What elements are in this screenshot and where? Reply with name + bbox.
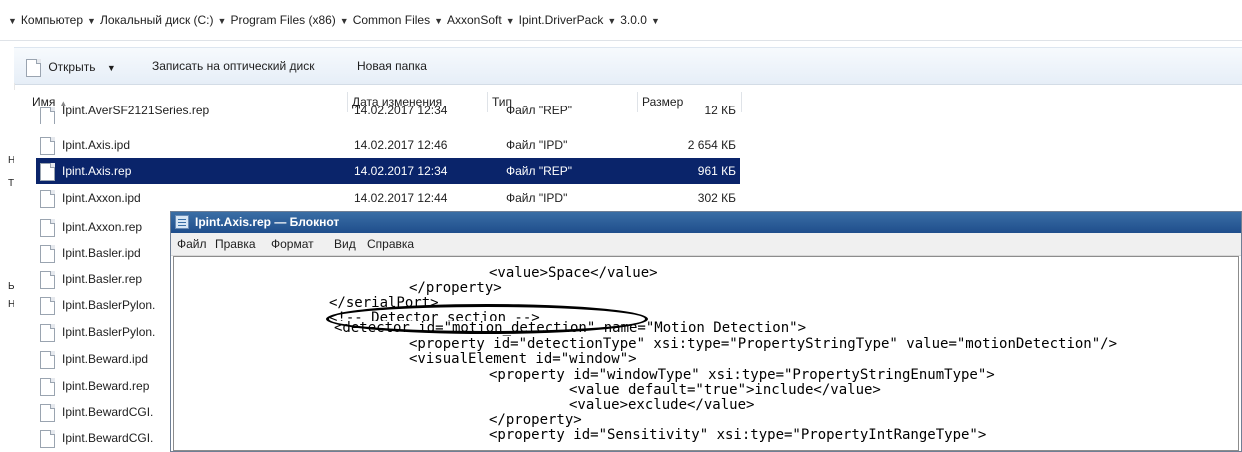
chevron-down-icon[interactable]: ▼: [651, 16, 660, 26]
file-row[interactable]: Ipint.Basler.ipd: [36, 240, 170, 266]
document-icon: [40, 351, 55, 369]
navigation-pane[interactable]: Н Т Ь Н: [0, 83, 15, 452]
file-row[interactable]: Ipint.Beward.ipd: [36, 346, 170, 372]
menu-bar: Файл Правка Формат Вид Справка: [171, 233, 1241, 256]
breadcrumb-item[interactable]: Common Files: [353, 13, 430, 27]
file-name: Ipint.BewardCGI.: [62, 405, 154, 419]
code-line: </property>: [489, 412, 582, 428]
file-row[interactable]: Ipint.Axis.ipd 14.02.2017 12:46 Файл "IP…: [36, 132, 740, 158]
file-name: Ipint.Beward.rep: [62, 379, 150, 393]
breadcrumb-item[interactable]: Program Files (x86): [230, 13, 335, 27]
file-name: Ipint.BewardCGI.: [62, 431, 154, 445]
code-line: <property id="windowType" xsi:type="Prop…: [489, 367, 995, 383]
file-name: Ipint.Basler.ipd: [62, 246, 141, 260]
text-editor[interactable]: <value>Space</value> </property> </seria…: [173, 256, 1239, 451]
window-title: Ipint.Axis.rep — Блокнот: [195, 215, 340, 229]
file-date: 14.02.2017 12:46: [354, 138, 448, 152]
file-row[interactable]: Ipint.AverSF2121Series.rep 14.02.2017 12…: [36, 106, 740, 124]
file-row[interactable]: Ipint.BaslerPylon.: [36, 292, 170, 318]
breadcrumb[interactable]: ▼ Компьютер ▼ Локальный диск (C:) ▼ Program F…: [4, 13, 664, 27]
file-type: Файл "IPD": [506, 191, 568, 205]
file-row[interactable]: Ipint.BaslerPylon.: [36, 319, 170, 345]
chevron-down-icon[interactable]: ▼: [607, 16, 616, 26]
file-size: 302 КБ: [697, 191, 736, 205]
menu-file[interactable]: Файл: [177, 237, 207, 251]
document-icon: [40, 271, 55, 289]
burn-disc-button[interactable]: Записать на оптический диск: [152, 59, 315, 73]
file-name: Ipint.Beward.ipd: [62, 352, 149, 366]
open-button-label: Открыть: [48, 60, 96, 75]
menu-help[interactable]: Справка: [367, 237, 414, 251]
file-row[interactable]: Ipint.Axxon.rep: [36, 214, 170, 240]
file-name: Ipint.BaslerPylon.: [62, 325, 156, 339]
document-icon: [40, 245, 55, 263]
file-date: 14.02.2017 12:34: [354, 164, 448, 178]
address-bar[interactable]: ▼ Компьютер ▼ Локальный диск (C:) ▼ Program F…: [0, 0, 1242, 41]
file-row[interactable]: Ipint.Basler.rep: [36, 266, 170, 292]
menu-format[interactable]: Формат: [271, 237, 314, 251]
document-icon: [40, 107, 55, 124]
code-line: <property id="detectionType" xsi:type="P…: [409, 336, 1118, 352]
document-icon: [40, 163, 55, 181]
document-icon: [40, 324, 55, 342]
chevron-down-icon[interactable]: ▼: [87, 16, 96, 26]
open-button[interactable]: Открыть ▼: [26, 59, 116, 77]
window-title-bar[interactable]: Ipint.Axis.rep — Блокнот: [171, 212, 1241, 233]
chevron-down-icon[interactable]: ▼: [506, 16, 515, 26]
file-name: Ipint.Axxon.ipd: [62, 191, 141, 205]
file-type: Файл "REP": [506, 106, 573, 117]
chevron-down-icon[interactable]: ▼: [107, 63, 116, 73]
document-icon: [40, 219, 55, 237]
breadcrumb-item[interactable]: AxxonSoft: [447, 13, 502, 27]
code-line: <property id="Sensitivity" xsi:type="Pro…: [489, 427, 987, 443]
file-type: Файл "REP": [506, 164, 573, 178]
file-name: Ipint.Axis.ipd: [62, 138, 131, 152]
code-line: <value default="true">include</value>: [569, 382, 881, 398]
code-line: </property>: [409, 280, 502, 296]
chevron-down-icon[interactable]: ▼: [434, 16, 443, 26]
code-line: <visualElement id="window">: [409, 351, 637, 367]
menu-edit[interactable]: Правка: [215, 237, 256, 251]
file-row[interactable]: Ipint.BewardCGI.: [36, 399, 170, 425]
document-icon: [40, 190, 55, 208]
file-date: 14.02.2017 12:34: [354, 106, 448, 117]
document-icon: [40, 297, 55, 315]
file-row[interactable]: Ipint.Axxon.ipd 14.02.2017 12:44 Файл "I…: [36, 185, 740, 211]
file-name: Ipint.Basler.rep: [62, 272, 143, 286]
chevron-down-icon[interactable]: ▼: [8, 16, 17, 26]
new-folder-button[interactable]: Новая папка: [357, 59, 427, 73]
file-name: Ipint.AverSF2121Series.rep: [62, 106, 210, 117]
file-row[interactable]: Ipint.Beward.rep: [36, 373, 170, 399]
document-icon: [26, 59, 41, 77]
highlight-oval: [326, 304, 648, 334]
document-icon: [40, 378, 55, 396]
chevron-down-icon[interactable]: ▼: [340, 16, 349, 26]
breadcrumb-item[interactable]: 3.0.0: [620, 13, 647, 27]
file-row[interactable]: Ipint.BewardCGI.: [36, 425, 170, 451]
document-icon: [40, 404, 55, 422]
file-date: 14.02.2017 12:44: [354, 191, 448, 205]
file-name: Ipint.Axxon.rep: [62, 220, 143, 234]
document-icon: [40, 137, 55, 155]
file-size: 12 КБ: [704, 106, 736, 117]
breadcrumb-item[interactable]: Локальный диск (C:): [100, 13, 214, 27]
breadcrumb-item[interactable]: Компьютер: [21, 13, 83, 27]
menu-view[interactable]: Вид: [334, 237, 356, 251]
notepad-icon: [175, 215, 189, 229]
code-line: <value>exclude</value>: [569, 397, 755, 413]
document-icon: [40, 430, 55, 448]
file-name: Ipint.Axis.rep: [62, 164, 132, 178]
command-bar: Открыть ▼ Записать на оптический диск Но…: [14, 47, 1242, 85]
file-size: 961 КБ: [697, 164, 736, 178]
notepad-window[interactable]: Ipint.Axis.rep — Блокнот Файл Правка Фор…: [170, 211, 1242, 452]
file-type: Файл "IPD": [506, 138, 568, 152]
file-size: 2 654 КБ: [687, 138, 736, 152]
breadcrumb-item[interactable]: Ipint.DriverPack: [519, 13, 604, 27]
code-line: <value>Space</value>: [489, 265, 658, 281]
file-row-selected[interactable]: Ipint.Axis.rep 14.02.2017 12:34 Файл "RE…: [36, 158, 740, 184]
file-name: Ipint.BaslerPylon.: [62, 298, 156, 312]
chevron-down-icon[interactable]: ▼: [218, 16, 227, 26]
